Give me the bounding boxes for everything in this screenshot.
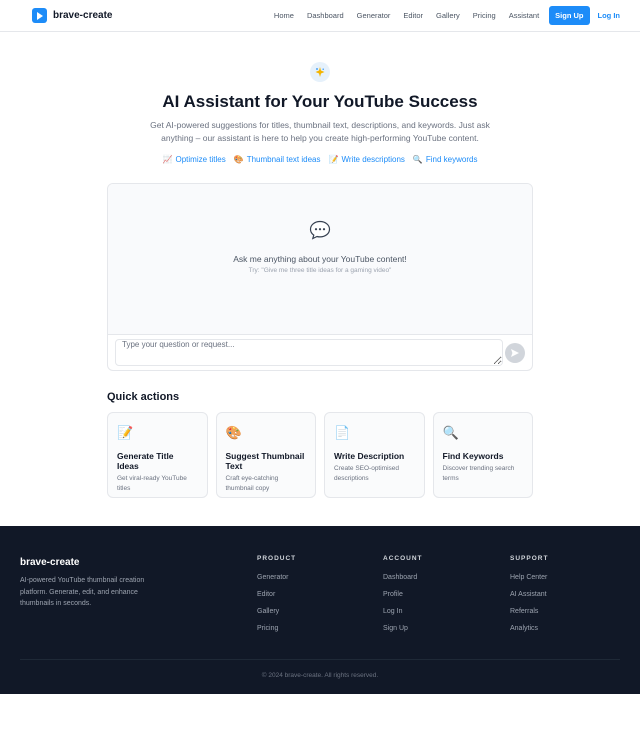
chip-label: Thumbnail text ideas (246, 155, 321, 164)
footer-copyright: © 2024 brave-create. All rights reserved… (261, 672, 379, 679)
send-button[interactable] (505, 343, 525, 363)
chip-label: Write descriptions (341, 155, 405, 164)
chat-panel: Ask me anything about your YouTube conte… (107, 183, 533, 371)
chart-up-icon: 📈 (162, 155, 173, 164)
chat-empty-hint: Try: "Give me three title ideas for a ga… (248, 267, 392, 274)
memo-icon: 📝 (117, 425, 134, 440)
chip-thumbnail-text[interactable]: 🎨 Thumbnail text ideas (234, 155, 321, 164)
login-button[interactable]: Log In (598, 11, 621, 20)
footer-link-analytics[interactable]: Analytics (510, 625, 548, 632)
footer-column-title: ACCOUNT (383, 555, 423, 562)
quick-action-desc: Discover trending search terms (442, 465, 515, 482)
footer-link-ai-assistant[interactable]: AI Assistant (510, 591, 548, 598)
nav-assistant[interactable]: Assistant (509, 11, 539, 20)
quick-actions-title: Quick actions (107, 391, 180, 403)
footer-link-signup[interactable]: Sign Up (383, 625, 423, 632)
feature-chips: 📈 Optimize titles 🎨 Thumbnail text ideas… (0, 155, 640, 164)
quick-action-find-keywords[interactable]: 🔍 Find Keywords Discover trending search… (432, 412, 533, 498)
footer-brand: brave-create (20, 557, 80, 568)
brand-link[interactable]: brave-create (32, 8, 112, 23)
nav-gallery[interactable]: Gallery (436, 11, 460, 20)
send-icon (511, 349, 519, 357)
nav-home[interactable]: Home (274, 11, 294, 20)
memo-icon: 📝 (328, 155, 339, 164)
magnifier-icon: 🔍 (412, 155, 423, 164)
footer-link-dashboard[interactable]: Dashboard (383, 574, 423, 581)
play-logo-icon (32, 8, 47, 23)
footer-column-title: SUPPORT (510, 555, 549, 562)
footer-link-generator[interactable]: Generator (257, 574, 296, 581)
chat-input-row (108, 335, 532, 370)
nav-dashboard[interactable]: Dashboard (307, 11, 344, 20)
palette-icon: 🎨 (225, 425, 242, 440)
footer-link-help-center[interactable]: Help Center (510, 574, 548, 581)
footer-link-pricing[interactable]: Pricing (257, 625, 296, 632)
chat-input[interactable] (115, 339, 503, 366)
nav-pricing[interactable]: Pricing (473, 11, 496, 20)
footer-link-editor[interactable]: Editor (257, 591, 296, 598)
footer-link-gallery[interactable]: Gallery (257, 608, 296, 615)
quick-action-write-description[interactable]: 📄 Write Description Create SEO-optimised… (324, 412, 425, 498)
site-footer: brave-create AI-powered YouTube thumbnai… (0, 526, 640, 694)
palette-icon: 🎨 (233, 155, 244, 164)
magnifier-icon: 🔍 (442, 425, 459, 440)
document-icon: 📄 (334, 425, 351, 440)
hero-section: AI Assistant for Your YouTube Success Ge… (0, 62, 640, 164)
footer-column-title: PRODUCT (257, 555, 297, 562)
signup-button[interactable]: Sign Up (549, 6, 590, 25)
main-nav: Home Dashboard Generator Editor Gallery … (261, 6, 620, 25)
quick-action-suggest-thumbnail-text[interactable]: 🎨 Suggest Thumbnail Text Craft eye-catch… (215, 412, 316, 498)
footer-link-login[interactable]: Log In (383, 608, 423, 615)
quick-actions-grid: 📝 Generate Title Ideas Get viral-ready Y… (107, 412, 533, 498)
quick-action-desc: Craft eye-catching thumbnail copy (225, 475, 279, 492)
page-subtitle: Get AI-powered suggestions for titles, t… (150, 120, 490, 143)
footer-description: AI-powered YouTube thumbnail creation pl… (20, 577, 145, 607)
quick-action-desc: Get viral-ready YouTube titles (117, 475, 187, 492)
quick-action-name: Suggest Thumbnail Text (225, 451, 305, 471)
speech-bubble-icon (108, 184, 532, 245)
footer-column-account: ACCOUNT Dashboard Profile Log In Sign Up (383, 555, 423, 632)
nav-editor[interactable]: Editor (403, 11, 423, 20)
brand-name: brave-create (53, 10, 113, 21)
chip-optimize-titles[interactable]: 📈 Optimize titles (163, 155, 226, 164)
chat-empty-prompt: Ask me anything about your YouTube conte… (233, 254, 407, 264)
chip-label: Find keywords (425, 155, 478, 164)
quick-action-generate-title-ideas[interactable]: 📝 Generate Title Ideas Get viral-ready Y… (107, 412, 208, 498)
chip-find-keywords[interactable]: 🔍 Find keywords (413, 155, 478, 164)
footer-column-support: SUPPORT Help Center AI Assistant Referra… (510, 555, 548, 632)
chip-label: Optimize titles (175, 155, 226, 164)
chip-write-descriptions[interactable]: 📝 Write descriptions (329, 155, 405, 164)
footer-link-referrals[interactable]: Referrals (510, 608, 548, 615)
site-header: brave-create Home Dashboard Generator Ed… (0, 0, 640, 32)
footer-link-profile[interactable]: Profile (383, 591, 423, 598)
quick-action-name: Generate Title Ideas (117, 451, 174, 471)
quick-action-name: Write Description (334, 451, 405, 461)
chat-messages-area[interactable]: Ask me anything about your YouTube conte… (108, 184, 532, 335)
page-title: AI Assistant for Your YouTube Success (162, 92, 478, 111)
sparkle-icon (310, 62, 330, 82)
footer-divider (20, 659, 620, 660)
quick-action-name: Find Keywords (442, 451, 504, 461)
footer-column-product: PRODUCT Generator Editor Gallery Pricing (257, 555, 296, 632)
quick-action-desc: Create SEO-optimised descriptions (334, 465, 400, 482)
nav-generator[interactable]: Generator (357, 11, 391, 20)
